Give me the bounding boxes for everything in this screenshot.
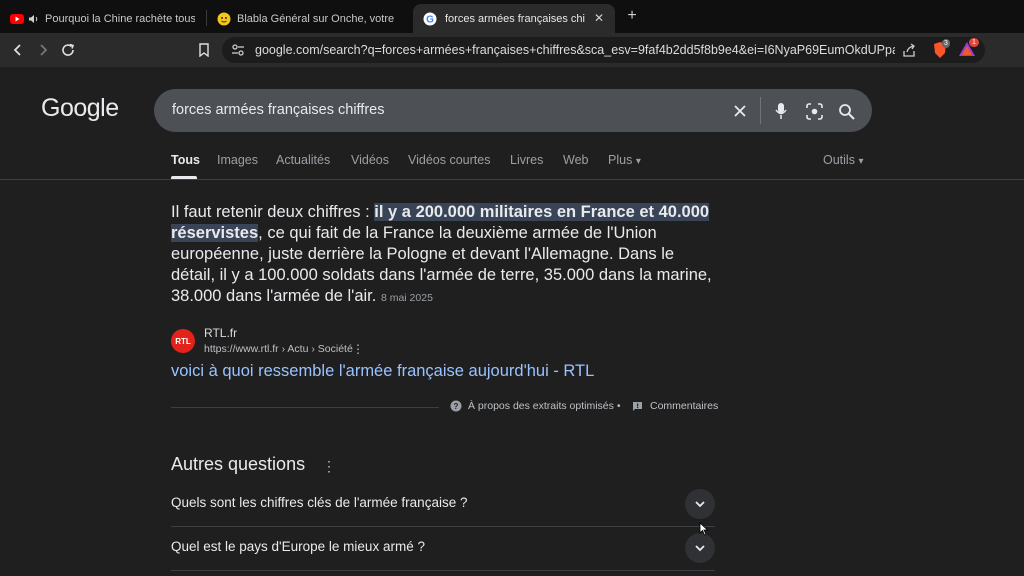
- related-questions-title: Autres questions: [171, 454, 306, 474]
- browser-tab-youtube[interactable]: Pourquoi la Chine rachète tous les: [0, 4, 205, 33]
- brave-shields-icon[interactable]: 3: [932, 39, 950, 59]
- tab-plus-label: Plus: [608, 153, 633, 167]
- more-options-icon[interactable]: ⋮: [352, 342, 364, 356]
- new-tab-button[interactable]: +: [622, 6, 642, 26]
- tab-actualites[interactable]: Actualités: [276, 153, 330, 167]
- speaker-icon[interactable]: [28, 14, 40, 24]
- tab-title: forces armées françaises chiffres: [445, 12, 585, 25]
- expand-icon[interactable]: [685, 533, 715, 563]
- tab-livres[interactable]: Livres: [510, 153, 543, 167]
- mouse-cursor-icon: [699, 522, 709, 536]
- google-icon: G: [423, 12, 437, 25]
- search-divider: [760, 97, 761, 124]
- tab-web[interactable]: Web: [563, 153, 588, 167]
- svg-text:?: ?: [454, 402, 459, 411]
- tab-plus[interactable]: Plus ▾: [608, 153, 641, 167]
- feedback-icon: [633, 401, 642, 411]
- source-url[interactable]: https://www.rtl.fr › Actu › Société: [204, 343, 353, 355]
- related-question[interactable]: Quel est le pays d'Europe le mieux armé …: [171, 527, 715, 571]
- lens-icon[interactable]: [803, 100, 825, 122]
- help-icon: ?: [450, 400, 462, 412]
- feedback-label: Commentaires: [650, 400, 719, 412]
- google-logo[interactable]: Google: [41, 94, 119, 123]
- address-bar[interactable]: google.com/search?q=forces+armées+frança…: [222, 37, 985, 63]
- about-label: À propos des extraits optimisés: [468, 400, 614, 412]
- tab-tous[interactable]: Tous: [171, 153, 200, 167]
- onche-icon: [217, 12, 231, 25]
- search-icon[interactable]: [835, 100, 857, 122]
- chevron-down-icon: ▾: [858, 156, 864, 167]
- separator-dot: •: [617, 401, 621, 412]
- feedback-link[interactable]: Commentaires: [632, 400, 718, 412]
- site-settings-icon[interactable]: [231, 43, 245, 57]
- divider: [171, 407, 439, 408]
- tab-title: Blabla Général sur Onche, votre espace: [237, 12, 397, 25]
- featured-snippet: Il faut retenir deux chiffres : il y a 2…: [171, 202, 719, 309]
- tab-images[interactable]: Images: [217, 153, 258, 167]
- reload-icon[interactable]: [58, 40, 78, 60]
- result-link[interactable]: voici à quoi ressemble l'armée française…: [171, 362, 594, 381]
- back-icon[interactable]: [8, 40, 28, 60]
- microphone-icon[interactable]: [770, 100, 792, 122]
- source-name[interactable]: RTL.fr: [204, 326, 237, 340]
- chevron-down-icon: ▾: [635, 156, 641, 167]
- snippet-date: 8 mai 2025: [380, 292, 433, 304]
- share-icon[interactable]: [902, 43, 917, 58]
- tools-label: Outils: [823, 153, 855, 167]
- tab-strip: Pourquoi la Chine rachète tous les Blabl…: [0, 0, 1024, 33]
- tab-title: Pourquoi la Chine rachète tous les: [45, 12, 195, 25]
- tab-videos[interactable]: Vidéos: [351, 153, 389, 167]
- close-tab-icon[interactable]: ✕: [591, 10, 607, 26]
- search-input[interactable]: forces armées françaises chiffres: [172, 102, 384, 118]
- active-tab-indicator: [171, 176, 197, 179]
- alert-badge: 1: [969, 38, 979, 47]
- search-box[interactable]: forces armées françaises chiffres: [154, 89, 872, 132]
- clear-search-icon[interactable]: [729, 100, 751, 122]
- search-tabs: Tous Images Actualités Vidéos Vidéos cou…: [0, 150, 1024, 180]
- question-text: Quels sont les chiffres clés de l'armée …: [171, 495, 468, 510]
- svg-text:G: G: [426, 14, 434, 25]
- about-snippets-link[interactable]: ? À propos des extraits optimisés: [450, 400, 614, 412]
- url-text[interactable]: google.com/search?q=forces+armées+frança…: [255, 43, 895, 57]
- question-text: Quel est le pays d'Europe le mieux armé …: [171, 539, 425, 554]
- tools-button[interactable]: Outils ▾: [823, 153, 863, 167]
- snippet-text-before: Il faut retenir deux chiffres :: [171, 203, 375, 221]
- brave-badge: 3: [942, 39, 950, 48]
- tab-videos-courtes[interactable]: Vidéos courtes: [408, 153, 490, 167]
- bookmark-icon[interactable]: [194, 40, 214, 60]
- youtube-icon: [10, 13, 24, 24]
- browser-tab-onche[interactable]: Blabla Général sur Onche, votre espace: [207, 4, 407, 33]
- browser-toolbar: google.com/search?q=forces+armées+frança…: [0, 33, 1024, 67]
- forward-icon[interactable]: [33, 40, 53, 60]
- more-options-icon[interactable]: ⋮: [322, 457, 336, 475]
- related-question[interactable]: Quels sont les chiffres clés de l'armée …: [171, 483, 715, 527]
- expand-icon[interactable]: [685, 489, 715, 519]
- brave-rewards-icon[interactable]: 1: [958, 38, 979, 59]
- rtl-logo[interactable]: RTL: [171, 329, 195, 353]
- browser-tab-google-active[interactable]: G forces armées françaises chiffres ✕: [413, 4, 615, 33]
